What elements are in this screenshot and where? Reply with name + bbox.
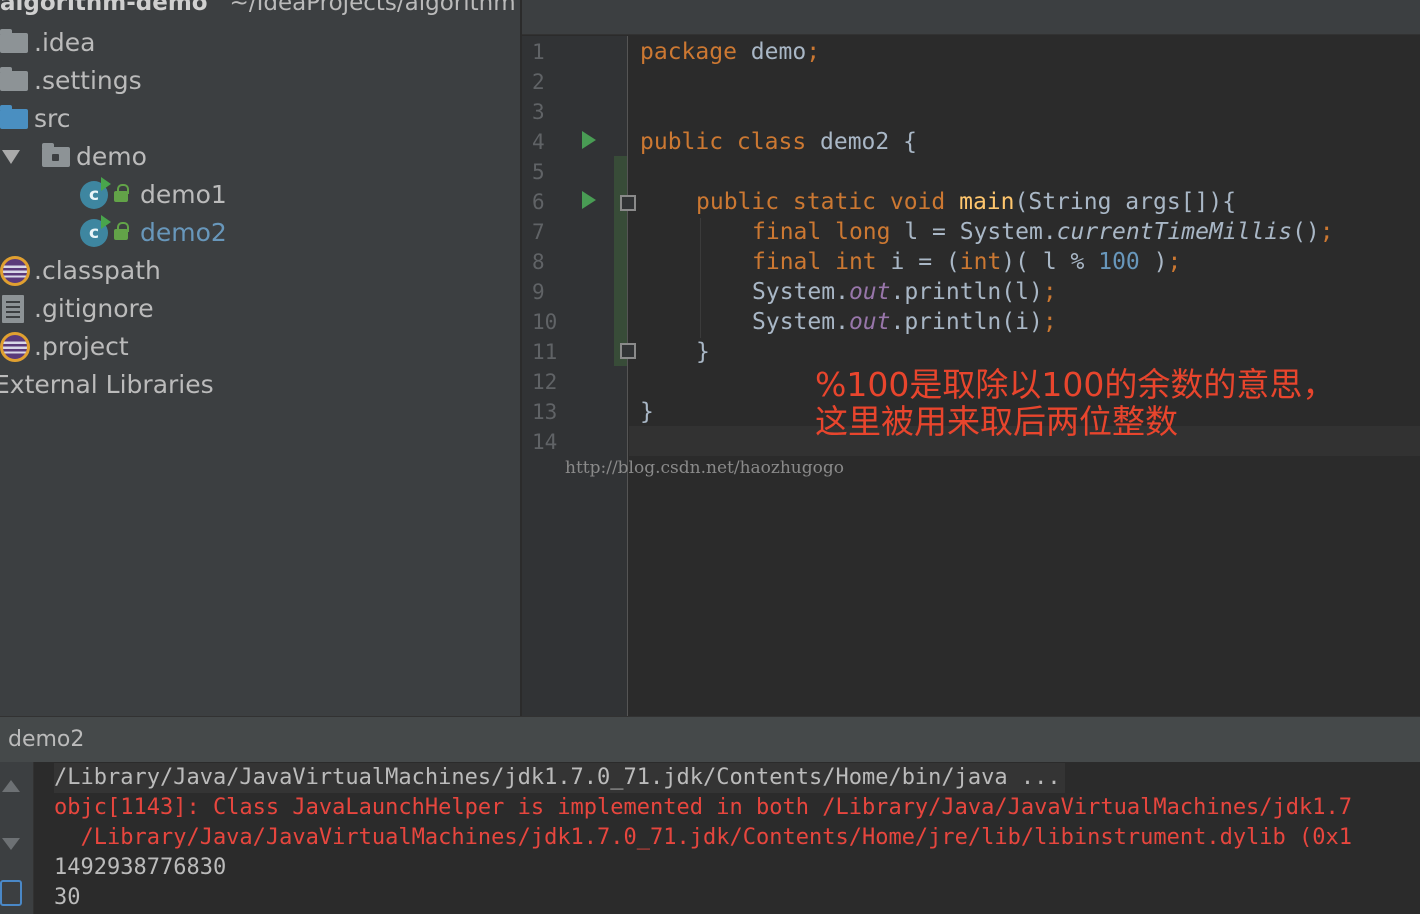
- project-tool-window: algorithm-demo ~/IdeaProjects/algorithm …: [0, 0, 521, 716]
- run-console[interactable]: /Library/Java/JavaVirtualMachines/jdk1.7…: [35, 762, 1420, 914]
- fold-marker-icon[interactable]: [620, 343, 636, 359]
- line-number: 2: [532, 70, 545, 94]
- tree-item-src[interactable]: src: [0, 100, 71, 138]
- red-annotation: %100是取除以100的余数的意思， 这里被用来取后两位整数: [815, 366, 1335, 440]
- line-number: 13: [532, 400, 558, 424]
- line-number: 6: [532, 190, 545, 214]
- run-tool-window-header: demo2: [0, 716, 1420, 762]
- tree-item-idea[interactable]: .idea: [0, 24, 95, 62]
- code-line-8[interactable]: final int i = (int)( l % 100 );: [752, 247, 1181, 277]
- line-number: 7: [532, 220, 545, 244]
- folder-icon: [0, 29, 28, 53]
- line-number: 14: [532, 430, 558, 454]
- console-error-line: /Library/Java/JavaVirtualMachines/jdk1.7…: [54, 825, 1353, 850]
- run-class-icon[interactable]: [582, 131, 596, 149]
- chevron-down-icon[interactable]: [2, 150, 20, 164]
- code-line-11[interactable]: }: [696, 337, 710, 367]
- change-marker: [614, 156, 627, 366]
- line-number: 5: [532, 160, 545, 184]
- tree-item-project[interactable]: .project: [0, 328, 129, 366]
- code-line-4[interactable]: public class demo2 {: [640, 127, 917, 157]
- tree-item-settings[interactable]: .settings: [0, 62, 142, 100]
- tree-item-demo1[interactable]: c demo1: [80, 176, 227, 214]
- line-number: 1: [532, 40, 545, 64]
- text-file-icon: [2, 295, 24, 323]
- console-output-line: 1492938776830: [54, 855, 227, 880]
- annotation-line-1: %100是取除以100的余数的意思，: [815, 365, 1336, 404]
- code-line-1[interactable]: package demo;: [640, 37, 820, 67]
- line-number: 11: [532, 340, 558, 364]
- arrow-up-icon[interactable]: [2, 780, 20, 792]
- code-line-13[interactable]: }: [640, 397, 654, 427]
- soft-wrap-icon[interactable]: [0, 880, 22, 906]
- code-line-6[interactable]: public static void main(String args[]){: [696, 187, 1236, 217]
- code-editor[interactable]: 1 2 3 4 5 6 7 8 9 10 11 12 13 14 package…: [522, 0, 1420, 716]
- line-number: 10: [532, 310, 558, 334]
- line-number: 12: [532, 370, 558, 394]
- code-line-7[interactable]: final long l = System.currentTimeMillis(…: [752, 217, 1334, 247]
- project-path: ~/IdeaProjects/algorithm: [229, 0, 516, 16]
- eclipse-icon: [0, 332, 30, 362]
- run-toolbar: [0, 762, 34, 914]
- tree-item-demo2[interactable]: c demo2: [80, 214, 227, 252]
- arrow-down-icon[interactable]: [2, 838, 20, 850]
- project-name: algorithm-demo: [0, 0, 208, 16]
- annotation-line-2: 这里被用来取后两位整数: [815, 402, 1178, 441]
- line-number: 4: [532, 130, 545, 154]
- run-config-title[interactable]: demo2: [8, 727, 84, 752]
- folder-icon: [0, 67, 28, 91]
- run-main-icon[interactable]: [582, 191, 596, 209]
- java-class-icon: c: [80, 177, 111, 209]
- line-number: 9: [532, 280, 545, 304]
- watermark: http://blog.csdn.net/haozhugogo: [565, 458, 844, 478]
- editor-tab-strip: [522, 0, 1420, 35]
- indent-guide: [700, 218, 701, 338]
- code-line-9[interactable]: System.out.println(l);: [752, 277, 1057, 307]
- tree-item-external-libraries[interactable]: External Libraries: [0, 366, 214, 404]
- java-class-icon: c: [80, 215, 111, 247]
- package-icon: [42, 143, 70, 167]
- project-header: algorithm-demo ~/IdeaProjects/algorithm: [0, 0, 520, 22]
- tree-item-demo-package[interactable]: demo: [2, 138, 147, 176]
- console-command-line[interactable]: /Library/Java/JavaVirtualMachines/jdk1.7…: [54, 763, 1065, 793]
- eclipse-icon: [0, 256, 30, 286]
- source-folder-icon: [0, 105, 28, 129]
- fold-marker-icon[interactable]: [620, 195, 636, 211]
- console-output-line: 30: [54, 885, 81, 910]
- line-number: 8: [532, 250, 545, 274]
- tree-item-gitignore[interactable]: .gitignore: [2, 290, 154, 328]
- lock-icon: [114, 222, 130, 243]
- console-error-line: objc[1143]: Class JavaLaunchHelper is im…: [54, 795, 1353, 820]
- line-number: 3: [532, 100, 545, 124]
- code-line-10[interactable]: System.out.println(i);: [752, 307, 1057, 337]
- tree-item-classpath[interactable]: .classpath: [0, 252, 161, 290]
- lock-icon: [114, 184, 130, 205]
